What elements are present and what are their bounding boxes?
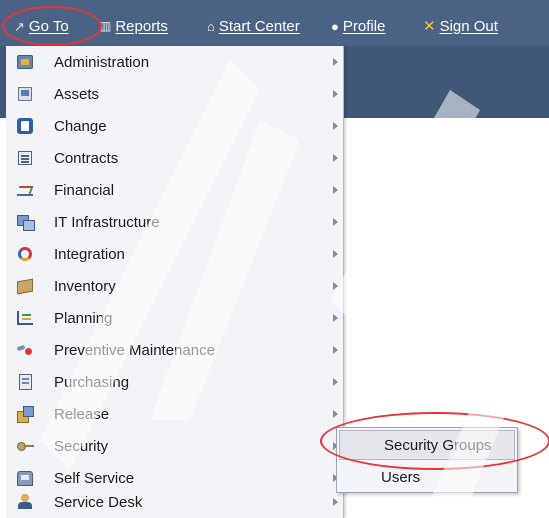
sign-out-link[interactable]: ✕ Sign Out <box>423 16 498 36</box>
menu-item-label: Financial <box>54 181 115 199</box>
menu-item-integration[interactable]: Integration <box>6 238 344 270</box>
menu-item-it-infrastructure[interactable]: IT Infrastructure <box>6 206 344 238</box>
goto-dropdown-menu: Administration Assets Change Contracts F… <box>6 46 344 518</box>
reports-link[interactable]: ▥ Reports <box>100 16 168 36</box>
menu-item-purchasing[interactable]: Purchasing <box>6 366 344 398</box>
submenu-arrow-icon <box>333 410 338 418</box>
preventive-maintenance-icon <box>16 341 34 359</box>
menu-item-label: Self Service <box>54 469 135 487</box>
menu-item-label: Preventive Maintenance <box>54 341 215 359</box>
submenu-arrow-icon <box>333 498 338 506</box>
menu-item-administration[interactable]: Administration <box>6 46 344 78</box>
purchasing-icon <box>16 373 34 391</box>
menu-item-label: Planning <box>54 309 113 327</box>
home-icon: ⌂ <box>207 18 215 34</box>
submenu-arrow-icon <box>333 346 338 354</box>
submenu-arrow-icon <box>333 314 338 322</box>
submenu-arrow-icon <box>333 90 338 98</box>
submenu-item-label: Users <box>381 468 421 486</box>
self-service-icon <box>16 469 34 487</box>
contracts-icon <box>16 149 34 167</box>
submenu-arrow-icon <box>333 122 338 130</box>
security-groups-highlight-oval <box>320 412 549 470</box>
profile-label: Profile <box>342 17 386 35</box>
security-icon <box>16 437 34 455</box>
start-center-link[interactable]: ⌂ Start Center <box>207 16 300 36</box>
profile-link[interactable]: ● Profile <box>331 16 385 36</box>
change-icon <box>16 117 34 135</box>
submenu-arrow-icon <box>333 218 338 226</box>
menu-item-label: Change <box>54 117 107 135</box>
menu-item-planning[interactable]: Planning <box>6 302 344 334</box>
release-icon <box>16 405 34 423</box>
sign-out-label: Sign Out <box>439 17 498 35</box>
menu-item-label: Administration <box>54 53 150 71</box>
menu-item-label: IT Infrastructure <box>54 213 160 231</box>
menu-item-label: Purchasing <box>54 373 130 391</box>
assets-icon <box>16 85 34 103</box>
menu-item-preventive-maintenance[interactable]: Preventive Maintenance <box>6 334 344 366</box>
service-desk-icon <box>16 493 34 511</box>
menu-item-inventory[interactable]: Inventory <box>6 270 344 302</box>
menu-item-label: Integration <box>54 245 125 263</box>
menu-item-label: Contracts <box>54 149 119 167</box>
menu-item-security[interactable]: Security <box>6 430 344 462</box>
menu-item-financial[interactable]: Financial <box>6 174 344 206</box>
submenu-arrow-icon <box>333 250 338 258</box>
inventory-icon <box>16 277 34 295</box>
menu-item-release[interactable]: Release <box>6 398 344 430</box>
menu-item-label: Inventory <box>54 277 116 295</box>
menu-item-label: Assets <box>54 85 100 103</box>
sign-out-x-icon: ✕ <box>423 17 436 35</box>
menu-item-service-desk[interactable]: Service Desk <box>6 486 344 518</box>
menu-item-label: Release <box>54 405 110 423</box>
start-center-label: Start Center <box>218 17 300 35</box>
submenu-arrow-icon <box>333 58 338 66</box>
submenu-arrow-icon <box>333 282 338 290</box>
reports-label: Reports <box>115 17 168 35</box>
planning-icon <box>16 309 34 327</box>
financial-icon <box>16 181 34 199</box>
it-infrastructure-icon <box>16 213 35 231</box>
menu-item-contracts[interactable]: Contracts <box>6 142 344 174</box>
menu-item-assets[interactable]: Assets <box>6 78 344 110</box>
person-icon: ● <box>331 18 339 34</box>
goto-highlight-oval <box>2 6 102 46</box>
menu-item-change[interactable]: Change <box>6 110 344 142</box>
integration-icon <box>16 245 34 263</box>
submenu-arrow-icon <box>333 154 338 162</box>
menu-item-label: Service Desk <box>54 493 143 511</box>
submenu-arrow-icon <box>333 186 338 194</box>
menu-item-label: Security <box>54 437 109 455</box>
submenu-arrow-icon <box>333 378 338 386</box>
administration-icon <box>16 53 34 71</box>
